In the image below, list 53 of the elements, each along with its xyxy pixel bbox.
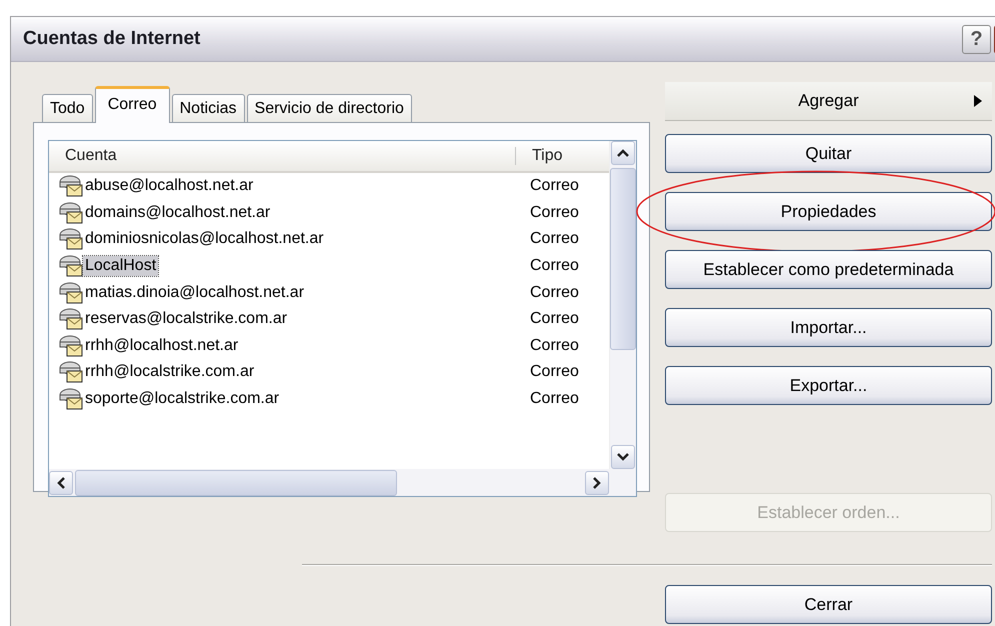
action-button[interactable]: Importar... [665, 308, 992, 347]
account-type: Correo [529, 310, 579, 328]
account-name[interactable]: rrhh@localhost.net.ar [83, 336, 240, 356]
column-header[interactable]: Cuenta [49, 147, 516, 165]
chevron-left-icon [57, 476, 65, 488]
mail-account-icon [59, 282, 83, 304]
chevron-right-icon [593, 476, 601, 488]
close-dialog-button[interactable]: Cerrar [665, 585, 992, 624]
triangle-icon [974, 95, 982, 107]
account-type: Correo [529, 363, 579, 382]
chevron-up-icon [617, 149, 629, 157]
account-type: Correo [529, 390, 579, 408]
scroll-up-button[interactable] [611, 141, 635, 165]
scroll-down-button[interactable] [611, 445, 635, 469]
column-header[interactable]: Tipo [516, 147, 563, 165]
account-name[interactable]: matias.dinoia@localhost.net.ar [83, 282, 306, 303]
action-button[interactable]: Quitar [665, 134, 992, 173]
account-name[interactable]: abuse@localhost.net.ar [83, 176, 256, 196]
chevron-down-icon [617, 453, 629, 461]
tab[interactable]: Todo [42, 94, 93, 122]
mail-account-icon [59, 308, 83, 330]
menu-button[interactable]: Agregar [665, 82, 992, 121]
account-name[interactable]: dominiosnicolas@localhost.net.ar [83, 229, 326, 250]
scroll-left-button[interactable] [49, 470, 73, 494]
vertical-scrollbar[interactable] [609, 141, 636, 469]
help-button[interactable]: ? [962, 24, 991, 54]
account-name[interactable]: LocalHost [83, 256, 158, 276]
tab[interactable]: Correo [94, 86, 170, 123]
mail-account-icon [59, 388, 83, 410]
account-type: Correo [529, 177, 579, 196]
action-button[interactable]: Propiedades [665, 192, 992, 231]
horizontal-scrollbar[interactable] [49, 469, 609, 496]
mail-account-icon [59, 361, 83, 384]
scroll-right-button[interactable] [585, 470, 609, 494]
account-name[interactable]: domains@localhost.net.ar [83, 202, 272, 223]
mail-account-icon [59, 175, 83, 198]
mail-account-icon [59, 255, 83, 278]
action-button[interactable]: Establecer como predeterminada [665, 250, 992, 289]
tab[interactable]: Noticias [172, 94, 245, 122]
account-name[interactable]: soporte@localstrike.com.ar [83, 389, 282, 410]
window-title: Cuentas de Internet [23, 28, 200, 50]
account-type: Correo [529, 230, 579, 248]
tab[interactable]: Servicio de directorio [246, 94, 412, 122]
mail-account-icon [59, 334, 83, 357]
account-type: Correo [529, 204, 579, 222]
account-type: Correo [529, 284, 579, 302]
account-name[interactable]: reservas@localstrike.com.ar [83, 309, 290, 330]
account-type: Correo [529, 336, 579, 355]
mail-account-icon [59, 202, 83, 224]
mail-account-icon [59, 228, 83, 250]
action-button[interactable]: Exportar... [665, 366, 992, 405]
account-name[interactable]: rrhh@localstrike.com.ar [83, 362, 256, 382]
account-type: Correo [529, 257, 579, 276]
